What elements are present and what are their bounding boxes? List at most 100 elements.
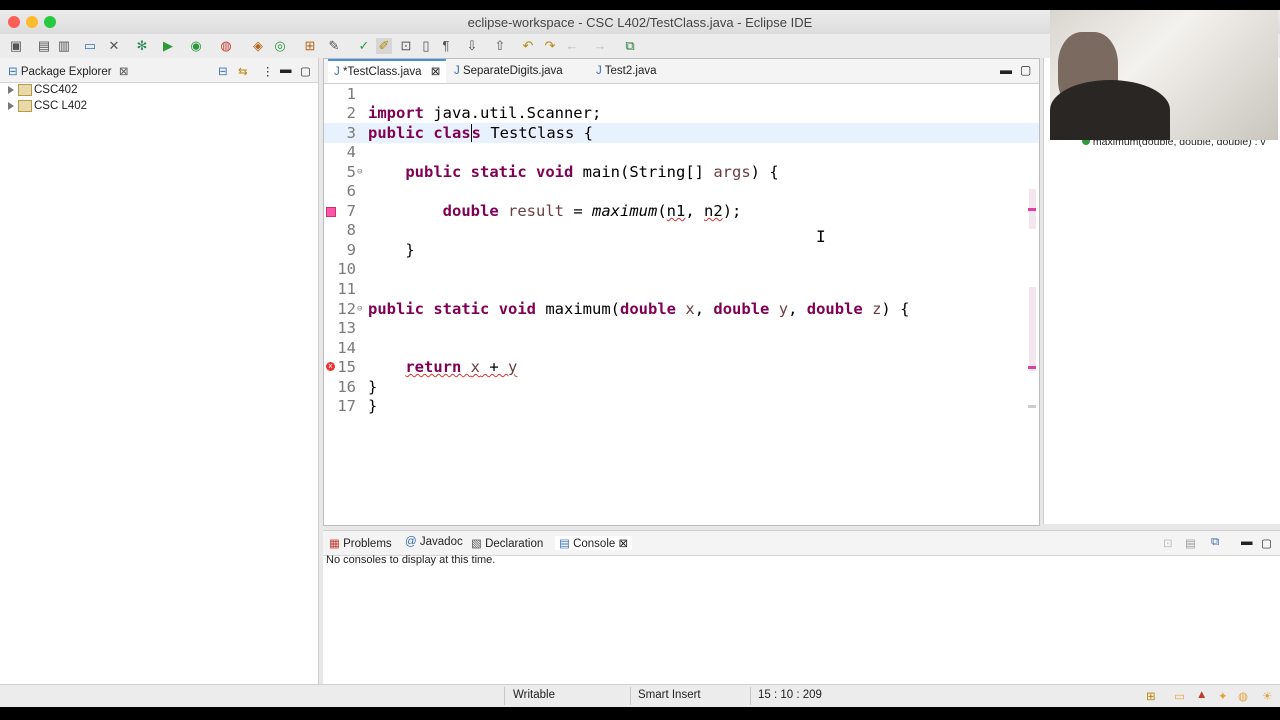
tips-icon[interactable]: ▲ <box>1196 689 1207 701</box>
warning-ruler-mark[interactable] <box>1028 208 1036 211</box>
last-edit-icon[interactable]: ↶ <box>520 38 536 54</box>
coverage-icon[interactable]: ◉ <box>188 38 204 54</box>
bottom-panel: ▦ Problems @ Javadoc ▧ Declaration ▤ Con… <box>323 530 1280 685</box>
minimize-icon[interactable]: ▬ <box>280 64 292 76</box>
tab-javadoc[interactable]: @ Javadoc <box>405 536 463 548</box>
code-line: 13 <box>324 318 1039 338</box>
editor-tab-bar: J *TestClass.java ⊠ J SeparateDigits.jav… <box>324 59 1039 84</box>
code-line: 5 ⊖ public static void main(String[] args… <box>324 162 1039 182</box>
terminal-icon[interactable]: ▭ <box>82 38 98 54</box>
close-icon[interactable]: ⊠ <box>618 538 628 550</box>
forward-icon[interactable]: → <box>592 38 608 54</box>
open-icon[interactable]: ⊞ <box>1146 689 1156 703</box>
close-icon[interactable]: ⊠ <box>431 66 441 78</box>
maximize-icon[interactable]: ▢ <box>1020 63 1031 77</box>
tab-label: Test2.java <box>604 65 657 77</box>
tab-label: *TestClass.java <box>342 66 422 78</box>
code-line: 17} <box>324 396 1039 416</box>
line-number: 15 <box>337 358 356 376</box>
close-icon[interactable]: ⊠ <box>119 66 129 78</box>
back-icon[interactable]: ← <box>564 38 580 54</box>
project-tree-item[interactable]: CSC L402 <box>8 98 87 114</box>
tab-test2[interactable]: J Test2.java <box>590 59 663 83</box>
project-icon <box>18 83 32 96</box>
line-number: 10 <box>337 260 356 278</box>
previous-annotation-icon[interactable]: ⇧ <box>492 38 508 54</box>
java-editor[interactable]: J *TestClass.java ⊠ J SeparateDigits.jav… <box>323 58 1040 526</box>
declaration-icon: ▧ <box>471 538 482 550</box>
line-number: 4 <box>346 143 356 161</box>
toggle-block-icon[interactable]: ⊡ <box>398 38 414 54</box>
mark-occurrences-icon[interactable]: ✐ <box>376 38 392 54</box>
pin-editor-icon[interactable]: ✓ <box>356 38 372 54</box>
minimize-icon[interactable]: ▬ <box>1000 63 1012 77</box>
expand-arrow-icon[interactable] <box>8 85 14 94</box>
link-with-editor-icon[interactable]: ⇆ <box>238 64 248 78</box>
search-icon[interactable]: ✎ <box>326 38 342 54</box>
forward-edit-icon[interactable]: ↷ <box>542 38 558 54</box>
java-file-icon: J <box>334 66 340 78</box>
line-number: 2 <box>346 104 356 122</box>
tab-testclass[interactable]: J *TestClass.java ⊠ <box>328 59 447 83</box>
line-number: 6 <box>346 182 356 200</box>
display-console-icon[interactable]: ⊡ <box>1163 536 1173 550</box>
code-line: 11 <box>324 279 1039 299</box>
open-type-icon[interactable]: ⊞ <box>302 38 318 54</box>
run-icon[interactable]: ▶ <box>160 38 176 54</box>
save-icon[interactable]: ▤ <box>36 38 52 54</box>
maximize-icon[interactable]: ▢ <box>300 64 311 78</box>
fold-icon[interactable]: ⊖ <box>357 162 362 182</box>
collapse-all-icon[interactable]: ⊟ <box>218 64 228 78</box>
debug-icon[interactable]: ✻ <box>134 38 150 54</box>
updates-icon[interactable]: ◍ <box>1238 689 1248 703</box>
code-text: import java.util.Scanner; <box>368 104 602 122</box>
problems-icon: ▦ <box>329 538 340 550</box>
line-number: 11 <box>337 280 356 298</box>
lightbulb-icon[interactable]: ☀ <box>1262 689 1272 703</box>
code-line: x 15 return x + y <box>324 357 1039 377</box>
fold-icon[interactable]: ⊖ <box>357 299 362 319</box>
open-perspective-icon[interactable]: ⧉ <box>622 38 638 54</box>
maximize-icon[interactable]: ▢ <box>1261 536 1272 550</box>
line-number: 13 <box>337 319 356 337</box>
wand-icon[interactable]: ✦ <box>1218 689 1228 703</box>
code-line: 1 <box>324 84 1039 104</box>
folder-icon[interactable]: ▭ <box>1174 689 1185 703</box>
view-menu-icon[interactable]: ⋮ <box>262 64 274 78</box>
save-all-icon[interactable]: ▥ <box>56 38 72 54</box>
line-number: 9 <box>346 241 356 259</box>
tab-declaration[interactable]: ▧ Declaration <box>471 536 543 550</box>
code-text: public class TestClass { <box>368 124 593 142</box>
code-line: 2 import java.util.Scanner; <box>324 103 1039 123</box>
project-tree-item[interactable]: CSC402 <box>8 82 77 98</box>
new-package-icon[interactable]: ◈ <box>250 38 266 54</box>
next-annotation-icon[interactable]: ⇩ <box>464 38 480 54</box>
pin-console-icon[interactable]: ▤ <box>1185 536 1196 550</box>
tab-separatedigits[interactable]: J SeparateDigits.java <box>448 59 569 83</box>
code-line: 7 double result = maximum(n1, n2); <box>324 201 1039 221</box>
new-class-icon[interactable]: ◎ <box>272 38 288 54</box>
code-line: 4 <box>324 142 1039 162</box>
skip-breakpoints-icon[interactable]: ✕ <box>106 38 122 54</box>
external-tools-icon[interactable]: ◍ <box>218 38 234 54</box>
line-number: 12 <box>337 300 356 318</box>
minimize-icon[interactable]: ▬ <box>1241 536 1253 548</box>
status-bar: Writable Smart Insert 15 : 10 : 209 ⊞ ▭ … <box>0 684 1280 707</box>
new-icon[interactable]: ▣ <box>8 38 24 54</box>
ruler-mark[interactable] <box>1028 405 1036 408</box>
tab-label: Declaration <box>485 538 544 550</box>
show-whitespace-icon[interactable]: ¶ <box>438 38 454 54</box>
line-number: 3 <box>346 124 356 142</box>
tab-problems[interactable]: ▦ Problems <box>329 536 392 550</box>
java-file-icon: J <box>454 65 460 77</box>
package-explorer-icon: ⊟ <box>8 66 18 78</box>
line-number: 14 <box>337 339 356 357</box>
open-console-icon[interactable]: ⧉ <box>1211 536 1219 549</box>
error-ruler-mark[interactable] <box>1028 366 1036 369</box>
word-wrap-icon[interactable]: ▯ <box>418 38 434 54</box>
overview-ruler[interactable] <box>1029 287 1036 371</box>
expand-arrow-icon[interactable] <box>8 101 14 110</box>
package-explorer-tab[interactable]: ⊟ Package Explorer ⊠ <box>8 64 128 78</box>
tab-console[interactable]: ▤ Console ⊠ <box>555 536 633 550</box>
status-cursor-position: 15 : 10 : 209 <box>758 689 822 701</box>
